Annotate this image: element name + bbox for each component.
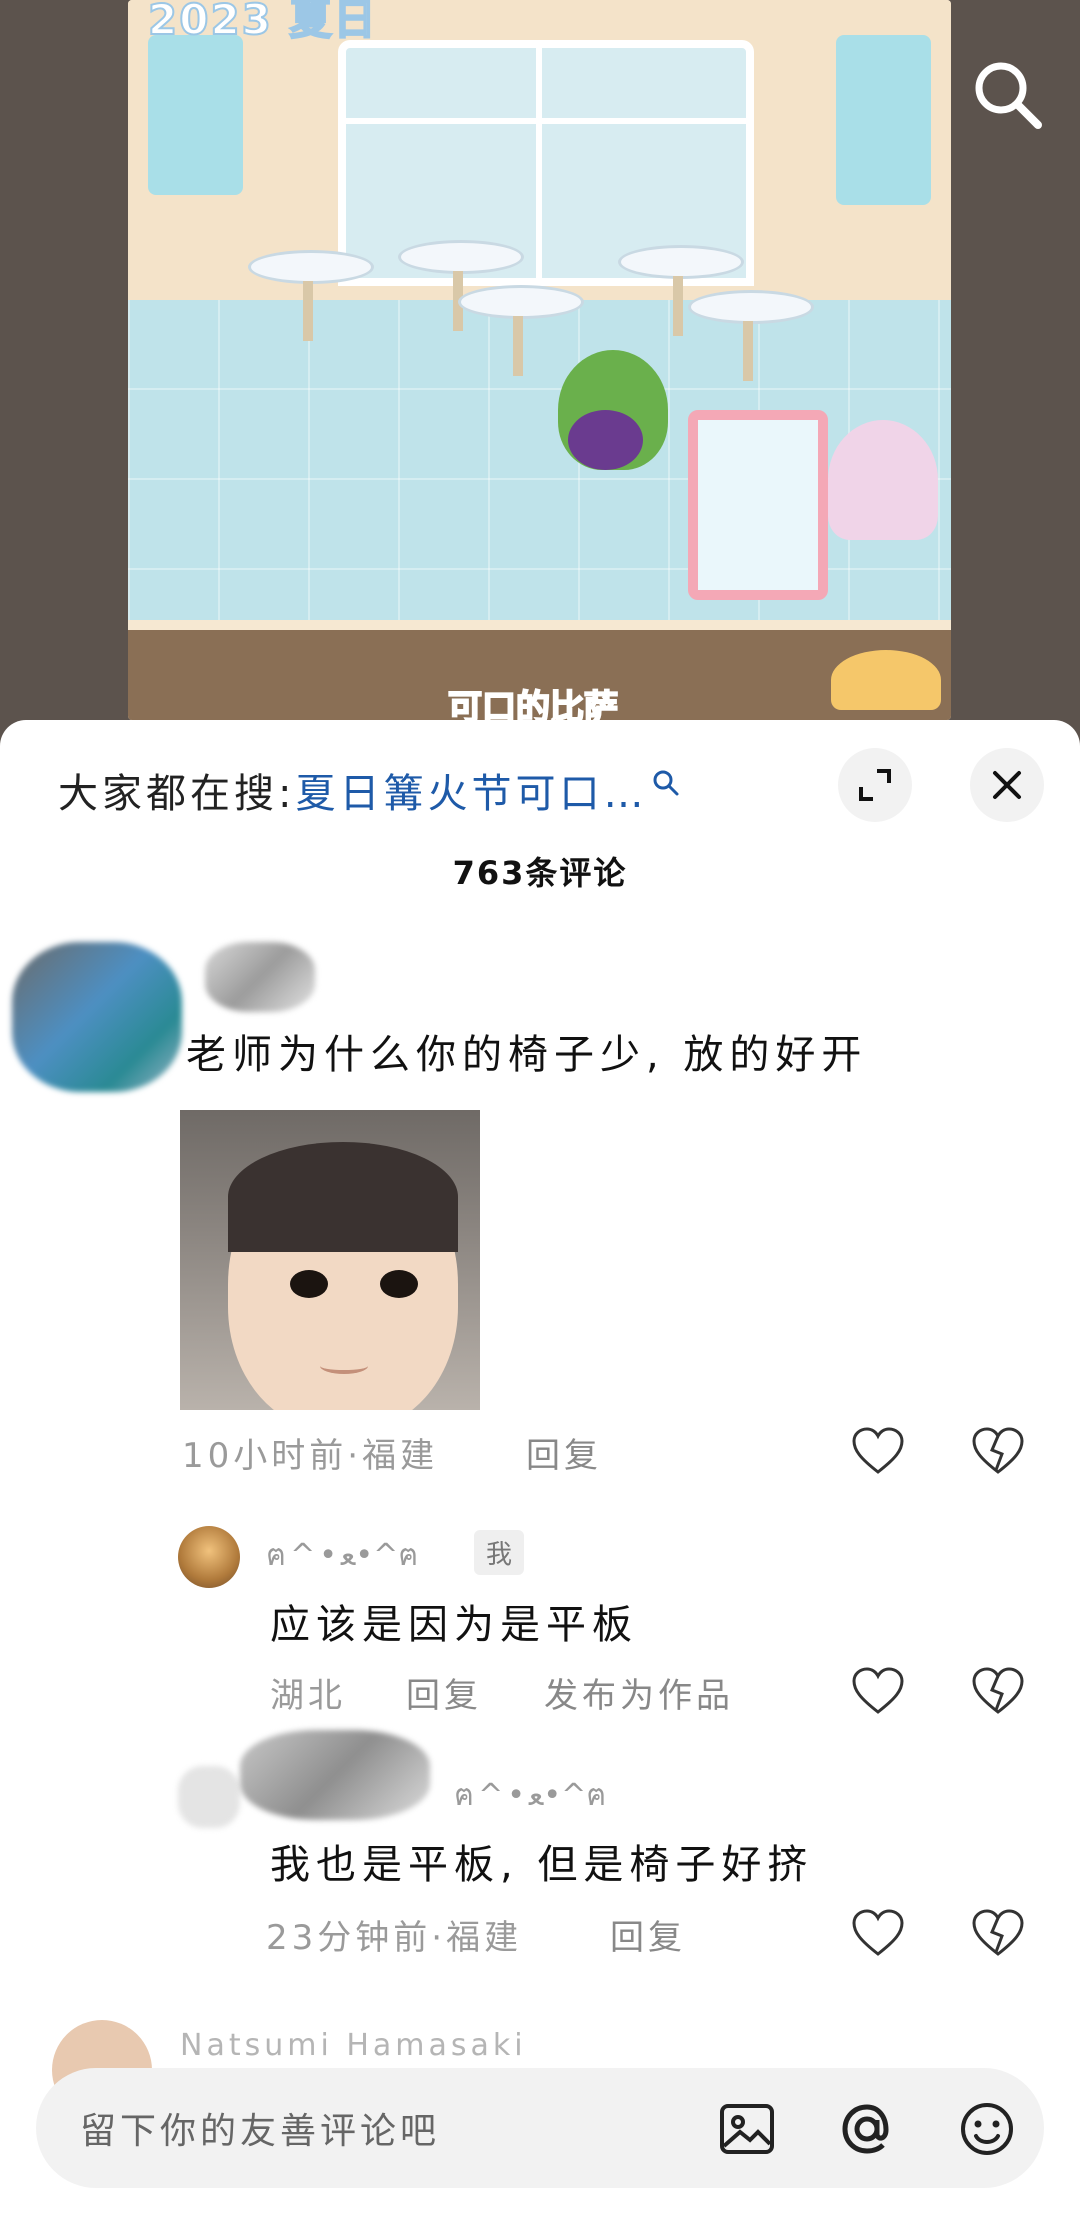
dislike-icon[interactable] <box>970 1906 1026 1962</box>
emoji-icon[interactable] <box>956 2098 1018 2160</box>
photo-mouth <box>320 1358 368 1374</box>
dislike-icon[interactable] <box>970 1664 1026 1720</box>
scene-table <box>618 245 744 336</box>
avatar[interactable] <box>178 1766 240 1828</box>
comment-count: 763条评论 <box>452 854 628 892</box>
search-icon <box>653 770 679 796</box>
at-icon[interactable] <box>836 2098 898 2160</box>
scene-aquarium-right <box>836 35 931 205</box>
comment-input[interactable]: 留下你的友善评论吧 <box>80 2102 440 2154</box>
heart-icon[interactable] <box>850 1906 906 1962</box>
dislike-icon[interactable] <box>970 1424 1026 1480</box>
scene-table <box>248 250 374 341</box>
me-badge: 我 <box>474 1530 525 1575</box>
comment-meta: 10小时前·福建 <box>182 1436 439 1476</box>
comment-panel: 大家都在搜: 夏日篝火节可口… 763条评论 老师为什么你的椅子少, 放的好开 <box>0 720 1080 2228</box>
reply-button[interactable]: 回复 <box>610 1910 686 1959</box>
trending-search[interactable]: 大家都在搜: 夏日篝火节可口… <box>58 758 681 822</box>
scene-shell <box>828 420 938 540</box>
avatar[interactable] <box>178 1526 240 1588</box>
expand-icon <box>859 769 891 801</box>
photo-eye <box>380 1270 418 1298</box>
reply-meta: 23分钟前·福建 <box>266 1918 523 1958</box>
close-icon <box>993 771 1021 799</box>
comment-input-bar[interactable]: 留下你的友善评论吧 <box>36 2068 1044 2188</box>
image-icon[interactable] <box>716 2098 778 2160</box>
scene-bottom-title: 可口的比萨 <box>447 687 619 720</box>
comment-text: 老师为什么你的椅子少, 放的好开 <box>186 1032 868 1078</box>
comment-username[interactable]: Natsumi Hamasaki <box>180 2028 527 2063</box>
username-redacted[interactable] <box>205 942 315 1012</box>
reply-text: 应该是因为是平板 <box>270 1602 638 1648</box>
publish-as-post-button[interactable]: 发布为作品 <box>544 1668 734 1717</box>
photo-eye <box>290 1270 328 1298</box>
trending-label: 大家都在搜: <box>58 771 296 817</box>
heart-icon[interactable] <box>850 1424 906 1480</box>
trending-keyword[interactable]: 夏日篝火节可口… <box>295 761 647 819</box>
username-redacted[interactable] <box>240 1730 430 1820</box>
expand-button[interactable] <box>838 748 912 822</box>
reply-button[interactable]: 回复 <box>406 1668 482 1717</box>
scene-title: 2023 夏日 <box>147 0 378 45</box>
reply-username[interactable]: ฅ^•ﻌ•^ฅ <box>266 1532 422 1579</box>
close-button[interactable] <box>970 748 1044 822</box>
heart-icon[interactable] <box>850 1664 906 1720</box>
scene-mirror <box>688 410 828 600</box>
reply-username[interactable]: ฅ^•ﻌ•^ฅ <box>454 1772 610 1819</box>
video-frame[interactable]: 2023 夏日 可口的比萨 <box>128 0 951 720</box>
scene-aquarium-left <box>148 35 243 195</box>
reply-meta: 湖北 <box>270 1676 346 1716</box>
reply-button[interactable]: 回复 <box>526 1428 602 1477</box>
scene-table <box>398 240 524 331</box>
video-area[interactable]: 2023 夏日 可口的比萨 <box>0 0 1080 760</box>
scene-hat <box>831 650 941 710</box>
comment-image[interactable] <box>180 1110 480 1410</box>
scene-table <box>458 285 584 376</box>
reply-text: 我也是平板, 但是椅子好挤 <box>270 1842 814 1888</box>
photo-hair <box>228 1142 458 1252</box>
search-icon[interactable] <box>968 55 1048 135</box>
scene-plant <box>558 350 668 470</box>
avatar[interactable] <box>12 942 182 1092</box>
scene-table <box>688 290 814 381</box>
